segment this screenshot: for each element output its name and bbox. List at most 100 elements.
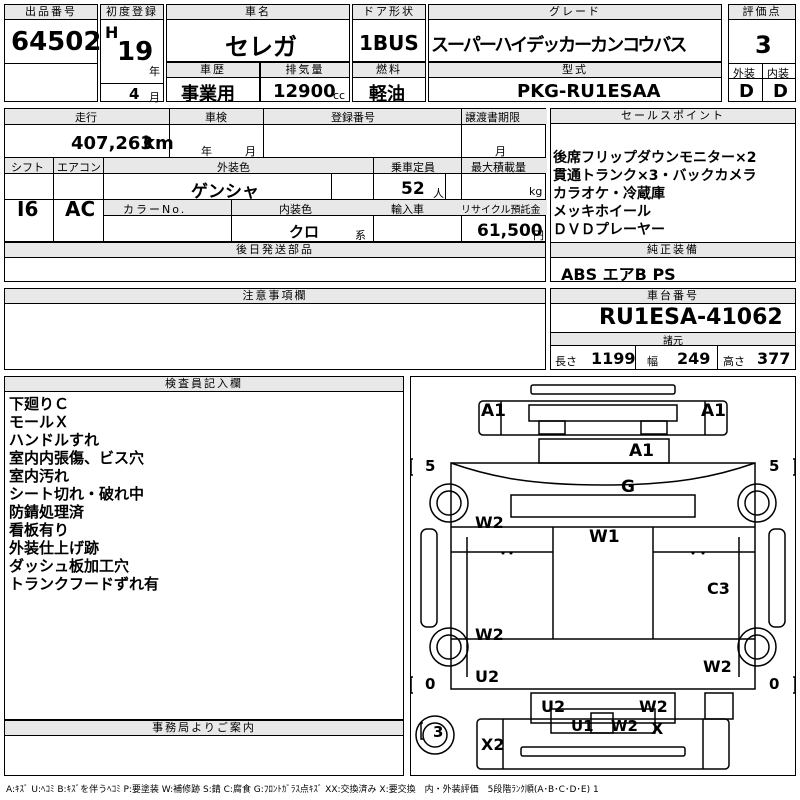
exterior-label: 外装 [733,67,755,80]
fuel: 軽油 [369,84,405,105]
inspector-note: 下廻りＣ [9,395,70,413]
capacity-header: 乗車定員 [391,161,435,174]
legend: A:ｷｽﾞ U:ﾍｺﾐ B:ｷｽﾞを伴うﾍｺﾐ P:要塗装 W:補修跡 S:錆 … [6,785,599,795]
office-notes-header: 事務局よりご案内 [5,721,403,736]
car-name-header: 車名 [167,5,349,20]
tire-label: 0 [769,675,780,693]
later-parts-box: 後日発送部品 [4,242,546,282]
door-box: ドア形状 1BUS [352,4,426,62]
registration-number-header: 登録番号 [331,111,375,124]
genuine-equipment-header: 純正装備 [551,243,795,258]
inspector-note: 防錆処理済 [9,503,85,521]
caution-header: 注意事項欄 [5,289,545,304]
lot-number: 64502 [11,27,102,57]
sales-point: 後席フリップダウンモニター×2 [553,150,757,166]
damage-mark: G [621,477,635,497]
height: 377 [757,349,791,368]
inspector-note: 室内内張傷、ビス穴 [9,449,145,467]
series-unit: 系 [355,229,366,242]
damage-mark: W2 [703,657,732,676]
damage-mark: A1 [629,441,654,461]
grade-header: グレード [429,5,721,20]
genuine-equipment: ABS エアB PS [561,265,676,284]
history: 事業用 [181,84,235,105]
bus-diagram [411,384,795,770]
interior-grade: D [773,81,788,102]
first-registration-header: 初度登録 [101,5,163,20]
recycle-header: リサイクル預託金 [461,205,541,216]
shift-value: I6 [17,197,39,221]
displacement-header: 排気量 [261,63,349,78]
caution-box: 注意事項欄 [4,288,546,370]
registration-month: 4 [129,85,140,103]
max-load-header: 最大積載量 [471,161,526,174]
damage-mark: U2 [541,697,566,716]
displacement-box: 排気量 12900 cc [260,62,350,102]
interior-label: 内装 [767,67,789,80]
inspection-header: 車検 [205,111,227,124]
inspector-notes-header: 検査員記入欄 [5,377,403,392]
interior-color: クロ [289,223,320,241]
interior-color-header: 内装色 [279,203,312,216]
detail-block: 走行 車検 登録番号 譲渡書期限 407,263 km 年 月 月 月 シフト … [4,108,547,243]
inspector-note: ハンドルすれ [9,431,100,449]
office-notes-box: 事務局よりご案内 [4,720,404,776]
displacement: 12900 [273,81,336,102]
lot-number-header: 出品番号 [5,5,97,20]
tire-label: 5 [425,457,436,475]
chassis-header: 車台番号 [551,289,795,304]
sales-points-header: セールスポイント [551,109,795,124]
damage-mark: U2 [475,667,500,686]
later-parts-header: 後日発送部品 [5,243,545,258]
import-header: 輸入車 [391,203,424,216]
first-registration-box: 初度登録 H 19 年 4 月 [100,4,164,104]
score: 3 [755,31,772,59]
car-name-box: 車名 セレガ [166,4,350,62]
inspector-note: シート切れ・破れ中 [9,485,145,503]
damage-mark: X2 [481,735,505,754]
model-header: 型式 [429,63,721,78]
sales-point: 貫通トランク×3・バックカメラ [553,168,757,184]
cc-unit: cc [333,89,346,102]
vehicle-diagram-box: A1 A1 A1 G W1 W2 W2 W2 C3 U2 U2 U1 W2 W2… [410,376,796,776]
chassis-box: 車台番号 RU1ESA-41062 諸元 長さ 1199 幅 249 高さ 37… [550,288,796,370]
width-label: 幅 [647,355,658,368]
score-header: 評価点 [729,5,795,20]
grade: スーパーハイデッカーカンコウバス [431,35,687,56]
chassis-number: RU1ESA-41062 [599,305,783,330]
year-unit: 年 [149,65,160,78]
tire-label: 5 [769,457,780,475]
mileage: 407,263 [71,133,153,154]
inspector-note: 看板有り [9,521,70,539]
score-box: 評価点 3 外装 内装 D D [728,4,796,102]
yen-unit: 円 [533,229,544,242]
sales-point: カラオケ・冷蔵庫 [553,186,665,202]
damage-mark: C3 [707,579,730,598]
damage-mark: W2 [475,625,504,644]
sales-points-list: 後席フリップダウンモニター×2 貫通トランク×3・バックカメラ カラオケ・冷蔵庫… [553,149,756,239]
tire-label: 3 [433,723,444,741]
exterior-grade: D [739,81,754,102]
damage-mark: W1 [589,527,620,547]
sales-point: メッキホイール [553,204,651,220]
length-label: 長さ [555,355,577,368]
damage-mark: A1 [481,401,506,421]
exterior-color-header: 外装色 [217,161,250,174]
inspector-note: 外装仕上げ跡 [9,539,100,557]
capacity: 52 [401,179,425,199]
car-name: セレガ [225,33,297,61]
genuine-equipment-box: 純正装備 ABS エアB PS [550,242,796,284]
registration-year: 19 [117,37,154,67]
lot-number-box: 出品番号 64502 [4,4,102,102]
tire-label: 0 [425,675,436,693]
fuel-box: 燃料 軽油 [352,62,426,105]
damage-mark: W2 [611,717,638,735]
color-number-header: カラーNo. [123,203,187,216]
grade-box: グレード スーパーハイデッカーカンコウバス [428,4,722,62]
sales-point: ＤＶＤプレーヤー [553,222,665,238]
inspector-note: 室内汚れ [9,467,70,485]
month-unit: 月 [149,91,160,104]
fuel-header: 燃料 [353,63,425,78]
sales-points-box: セールスポイント 後席フリップダウンモニター×2 貫通トランク×3・バックカメラ… [550,108,796,254]
damage-mark: X [651,719,664,738]
